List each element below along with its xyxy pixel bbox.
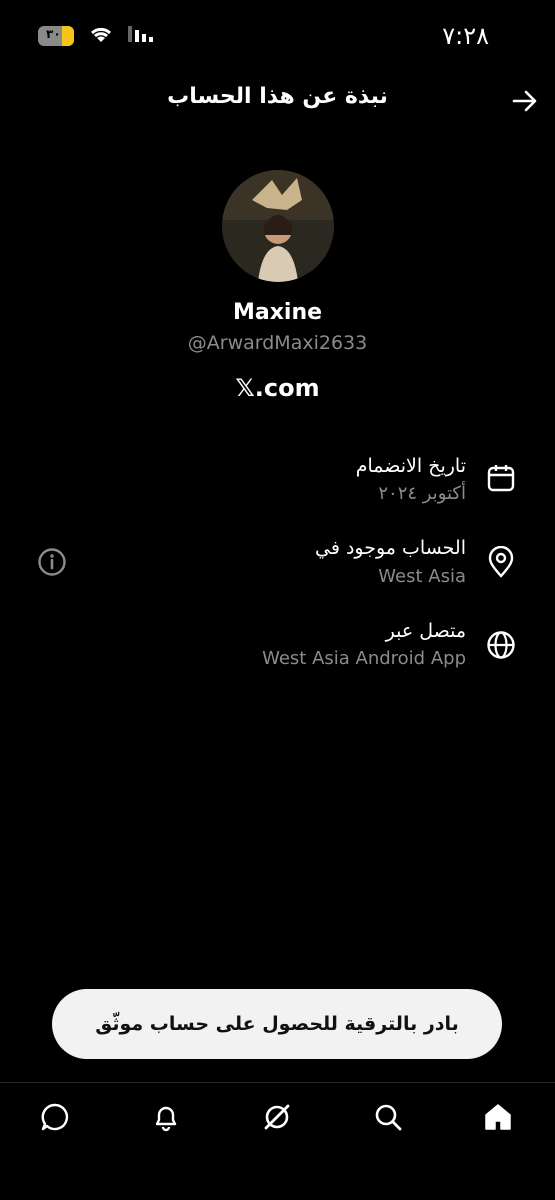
globe-icon bbox=[484, 628, 518, 662]
back-button[interactable] bbox=[510, 86, 540, 116]
messages-icon[interactable] bbox=[33, 1095, 77, 1139]
location-value: West Asia bbox=[378, 566, 466, 587]
upgrade-verified-button[interactable]: بادر بالترقية للحصول على حساب موثّق bbox=[52, 989, 502, 1059]
grok-icon[interactable] bbox=[255, 1095, 299, 1139]
connected-via-value: West Asia Android App bbox=[262, 648, 466, 669]
battery-icon: ٣٠ bbox=[38, 26, 74, 46]
profile-handle: @ArwardMaxi2633 bbox=[187, 332, 368, 354]
nav-divider bbox=[0, 1082, 555, 1083]
signal-icon bbox=[128, 24, 156, 48]
join-date-label: تاريخ الانضمام bbox=[355, 455, 466, 477]
page-title: نبذة عن هذا الحساب bbox=[167, 84, 388, 109]
notifications-bell-icon[interactable] bbox=[144, 1095, 188, 1139]
avatar[interactable] bbox=[222, 170, 334, 282]
profile-name: Maxine bbox=[232, 300, 323, 325]
home-icon[interactable] bbox=[476, 1095, 520, 1139]
status-icons: ٣٠ bbox=[38, 24, 156, 48]
connected-via-label: متصل عبر bbox=[385, 620, 466, 642]
battery-level: ٣٠ bbox=[46, 27, 61, 41]
status-time: ٧:٢٨ bbox=[442, 22, 489, 50]
info-icon[interactable] bbox=[35, 545, 69, 579]
location-label: الحساب موجود في bbox=[315, 537, 466, 559]
arrow-right-icon bbox=[512, 90, 537, 112]
join-date-value: أكتوبر ٢٠٢٤ bbox=[378, 483, 466, 504]
wifi-icon bbox=[88, 24, 114, 48]
location-pin-icon bbox=[484, 545, 518, 579]
calendar-icon bbox=[484, 461, 518, 495]
search-icon[interactable] bbox=[366, 1095, 410, 1139]
site-link[interactable]: 𝕏.com bbox=[0, 374, 555, 402]
